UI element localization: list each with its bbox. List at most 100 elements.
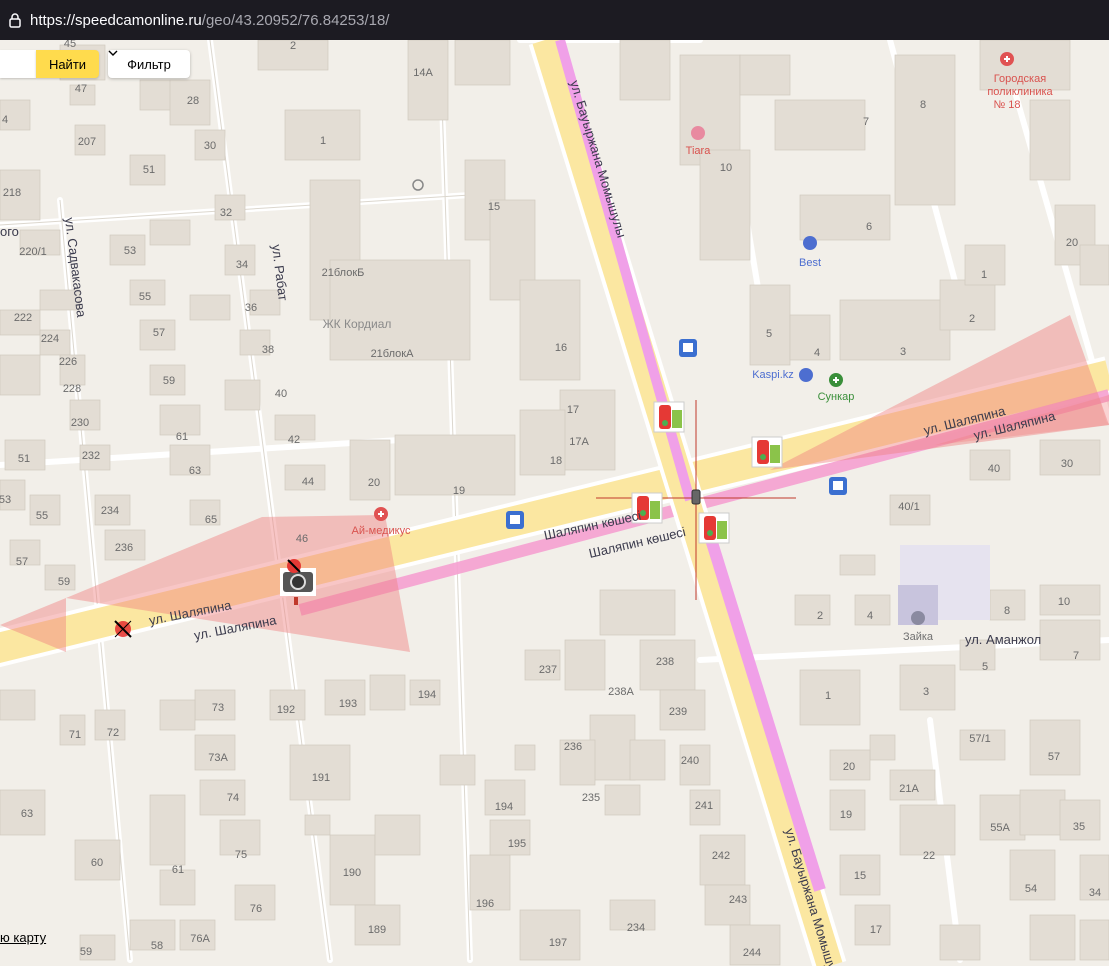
house-number: 20 — [1066, 237, 1078, 249]
map-canvas[interactable]: ул. Шаляпина ул. Шаляпина ул. Шаляпина у… — [0, 40, 1109, 966]
house-number: 190 — [343, 867, 361, 879]
house-number: 222 — [14, 312, 32, 324]
house-number: 21блокА — [371, 348, 415, 360]
house-number: 61 — [176, 431, 188, 443]
house-number: 241 — [695, 800, 713, 812]
lock-icon — [9, 13, 21, 28]
house-number: 238 — [656, 656, 674, 668]
house-number: 4 — [2, 114, 8, 126]
house-number: 192 — [277, 704, 295, 716]
house-number: 21А — [899, 783, 919, 795]
house-number: 65 — [205, 514, 217, 526]
house-number: 235 — [582, 792, 600, 804]
house-number: 234 — [101, 505, 119, 517]
house-number: 236 — [115, 542, 133, 554]
house-number: 19 — [453, 485, 465, 497]
house-number: 2 — [969, 313, 975, 325]
shop-icon — [803, 236, 817, 250]
clinic-icon — [374, 507, 388, 521]
browser-url-bar[interactable]: https://speedcamonline.ru/geo/43.20952/7… — [0, 0, 1109, 40]
house-number: 55А — [990, 822, 1010, 834]
house-number: 46 — [296, 533, 308, 545]
house-number: 4 — [867, 610, 873, 622]
filter-button[interactable]: Фильтр — [108, 50, 190, 78]
house-number: 55 — [36, 510, 48, 522]
house-number: 60 — [91, 857, 103, 869]
house-number: 234 — [627, 922, 645, 934]
house-number: 17А — [569, 436, 589, 448]
house-number: 2 — [817, 610, 823, 622]
camera-off-marker-icon[interactable] — [114, 620, 132, 638]
house-number: 30 — [1061, 458, 1073, 470]
house-number: 73А — [208, 752, 228, 764]
house-number: 7 — [863, 116, 869, 128]
house-number: 53 — [0, 494, 11, 506]
house-number: 218 — [3, 187, 21, 199]
house-number: 230 — [71, 417, 89, 429]
house-number: 53 — [124, 245, 136, 257]
house-number: 238А — [608, 686, 634, 698]
house-number: 45 — [64, 40, 76, 50]
house-number: 22 — [923, 850, 935, 862]
house-number: 1 — [825, 690, 831, 702]
house-number: 6 — [866, 221, 872, 233]
house-number: 228 — [63, 383, 81, 395]
house-number: 240 — [681, 755, 699, 767]
bus-stop-icon — [829, 477, 847, 495]
house-number: 3 — [900, 346, 906, 358]
house-number: 194 — [495, 801, 513, 813]
house-number: 57/1 — [969, 733, 990, 745]
house-number: 20 — [368, 477, 380, 489]
house-number: 1 — [320, 135, 326, 147]
find-button[interactable]: Найти — [36, 50, 99, 78]
house-number: 239 — [669, 706, 687, 718]
traffic-light-icon[interactable] — [751, 436, 783, 468]
street-label: ого — [0, 224, 19, 239]
house-number: 18 — [550, 455, 562, 467]
house-number: 38 — [262, 344, 274, 356]
house-number: 226 — [59, 356, 77, 368]
house-number: 47 — [75, 83, 87, 95]
house-number: 59 — [80, 946, 92, 958]
poi-label: Зайка — [903, 631, 934, 643]
house-number: 237 — [539, 664, 557, 676]
house-number: 30 — [204, 140, 216, 152]
house-number: 236 — [564, 741, 582, 753]
house-number: 15 — [488, 201, 500, 213]
traffic-light-icon[interactable] — [653, 401, 685, 433]
map-link[interactable]: ю карту — [0, 930, 46, 945]
poi-label: ЖК Кордиал — [323, 317, 392, 331]
house-number: 195 — [508, 838, 526, 850]
chevron-down-icon — [108, 50, 118, 56]
house-number: 14А — [413, 67, 433, 79]
house-number: 63 — [21, 808, 33, 820]
house-number: 76А — [190, 933, 210, 945]
house-number: 17 — [870, 924, 882, 936]
house-number: 75 — [235, 849, 247, 861]
kindergarten-icon — [911, 611, 925, 625]
house-number: 207 — [78, 136, 96, 148]
house-number: 19 — [840, 809, 852, 821]
map-layer: ул. Шаляпина ул. Шаляпина ул. Шаляпина у… — [0, 40, 1109, 966]
house-number: 10 — [1058, 596, 1070, 608]
house-number: 191 — [312, 772, 330, 784]
house-number: 59 — [163, 375, 175, 387]
house-number: 244 — [743, 947, 761, 959]
pharmacy-icon — [829, 373, 843, 387]
house-number: 55 — [139, 291, 151, 303]
house-number: 40 — [275, 388, 287, 400]
house-number: 10 — [720, 162, 732, 174]
house-number: 2 — [290, 40, 296, 52]
house-number: 72 — [107, 727, 119, 739]
house-number: 57 — [1048, 751, 1060, 763]
house-number: 220/1 — [19, 246, 47, 258]
house-number: 16 — [555, 342, 567, 354]
house-number: 51 — [18, 453, 30, 465]
search-input[interactable] — [0, 50, 36, 78]
house-number: 36 — [245, 302, 257, 314]
house-number: 196 — [476, 898, 494, 910]
house-number: 59 — [58, 576, 70, 588]
poi-label: Ай-медикус — [352, 525, 411, 537]
house-number: 51 — [143, 164, 155, 176]
traffic-light-icon[interactable] — [698, 512, 730, 544]
